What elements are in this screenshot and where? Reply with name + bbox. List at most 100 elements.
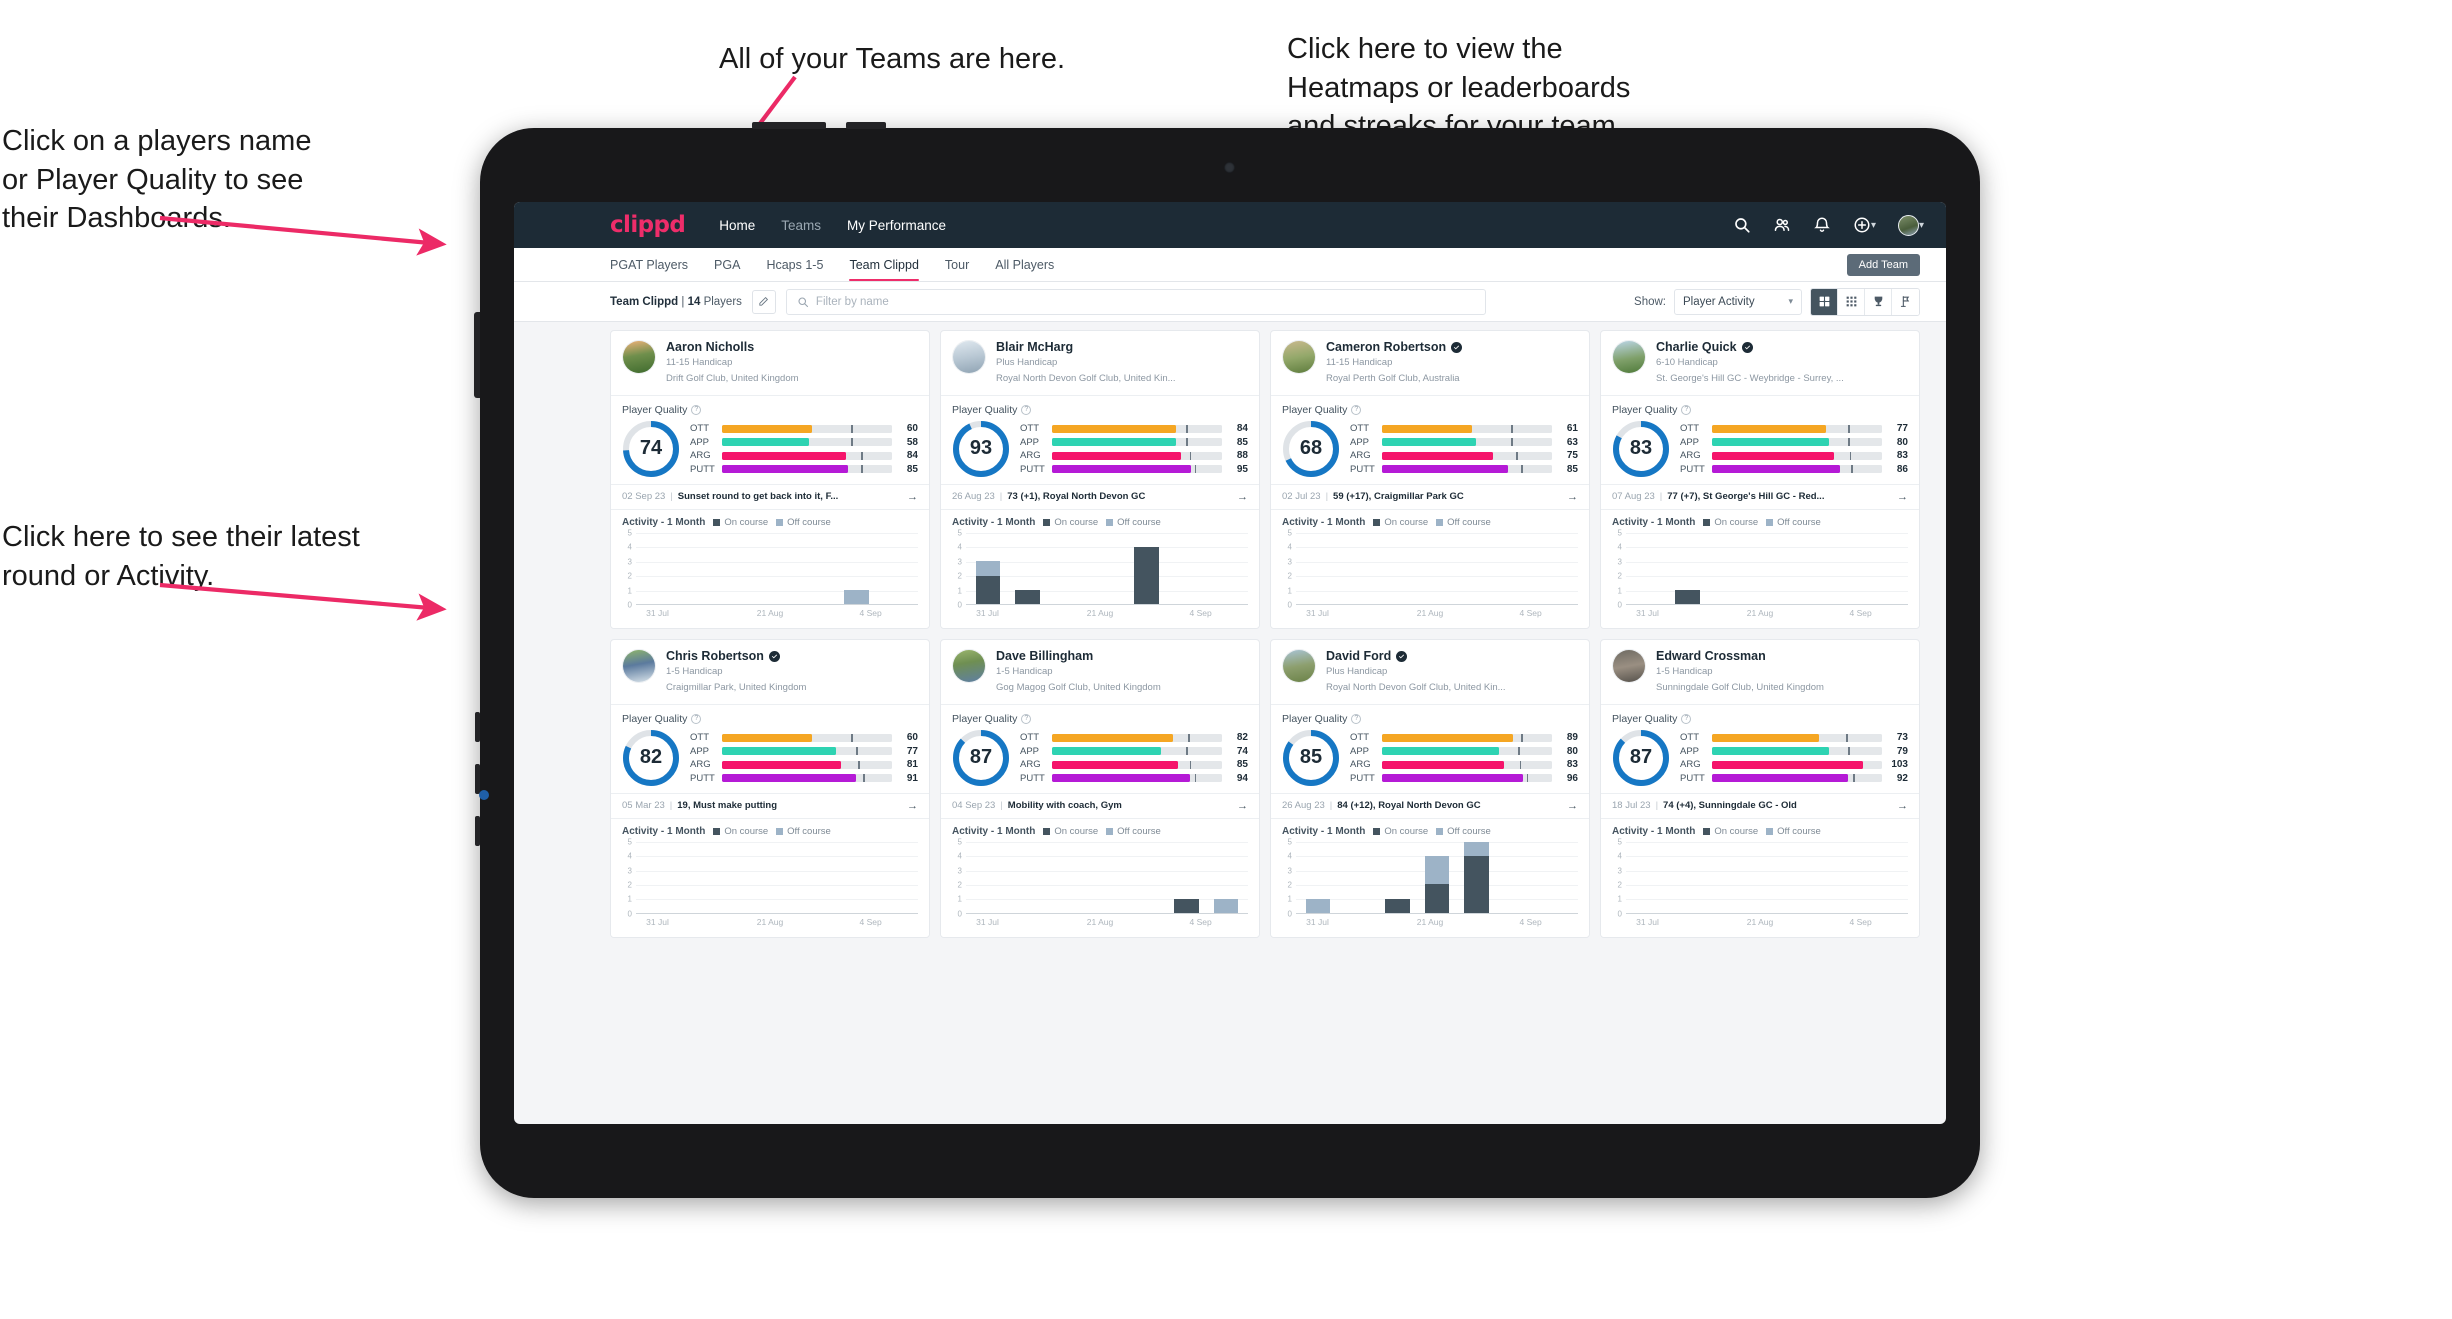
- arrow-right-icon[interactable]: →: [1897, 491, 1908, 503]
- player-name[interactable]: Aaron Nicholls: [666, 340, 918, 354]
- add-team-button[interactable]: Add Team: [1846, 254, 1920, 276]
- help-icon[interactable]: ?: [1021, 713, 1032, 724]
- latest-round-row[interactable]: 26 Aug 23 | 73 (+1), Royal North Devon GC →: [941, 483, 1259, 510]
- player-card-header[interactable]: David Ford Plus Handicap Royal North Devon…: [1271, 640, 1589, 704]
- player-card-header[interactable]: Blair McHarg Plus Handicap Royal North Dev…: [941, 331, 1259, 395]
- player-quality-section[interactable]: Player Quality? 68 OTT 61 APP 63 ARG 75 PUTT 85: [1271, 396, 1589, 484]
- player-name[interactable]: Edward Crossman: [1656, 649, 1908, 663]
- player-name[interactable]: Chris Robertson: [666, 649, 918, 663]
- help-icon[interactable]: ?: [691, 404, 702, 415]
- latest-round-row[interactable]: 05 Mar 23 | 19, Must make putting →: [611, 792, 929, 819]
- clippd-logo[interactable]: clippd: [610, 212, 686, 238]
- players-grid-scroll[interactable]: Aaron Nicholls 11-15 Handicap Drift Golf C…: [514, 322, 1946, 1124]
- player-card-header[interactable]: Cameron Robertson 11-15 Handicap Royal Per…: [1271, 331, 1589, 395]
- avatar[interactable]: [1282, 340, 1316, 374]
- player-quality-section[interactable]: Player Quality? 83 OTT 77 APP 80 ARG 83 PUTT 86: [1601, 396, 1919, 484]
- latest-round-row[interactable]: 02 Sep 23 | Sunset round to get back into …: [611, 483, 929, 510]
- help-icon[interactable]: ?: [1351, 713, 1362, 724]
- volume-buttons[interactable]: [752, 122, 826, 129]
- nav-item-my-performance[interactable]: My Performance: [847, 218, 946, 233]
- avatar[interactable]: [1612, 340, 1646, 374]
- tab-team-clippd[interactable]: Team Clippd: [849, 248, 920, 281]
- tab-hcaps-1-5[interactable]: Hcaps 1-5: [766, 248, 823, 281]
- arrow-right-icon[interactable]: →: [1567, 800, 1578, 812]
- player-card[interactable]: Dave Billingham 1-5 Handicap Gog Magog Gol…: [940, 638, 1260, 938]
- avatar[interactable]: [1897, 214, 1919, 236]
- search-input[interactable]: [815, 295, 1475, 308]
- player-card[interactable]: Aaron Nicholls 11-15 Handicap Drift Golf C…: [610, 330, 930, 629]
- player-quality-section[interactable]: Player Quality? 87 OTT 82 APP 74 ARG 85 PUTT 94: [941, 705, 1259, 793]
- player-name[interactable]: Blair McHarg: [996, 340, 1248, 354]
- player-card[interactable]: Cameron Robertson 11-15 Handicap Royal Per…: [1270, 330, 1590, 629]
- player-card[interactable]: Edward Crossman 1-5 Handicap Sunningdale G…: [1600, 638, 1920, 938]
- player-card[interactable]: Charlie Quick 6-10 Handicap St. George's H…: [1600, 330, 1920, 629]
- edit-team-button[interactable]: [751, 289, 776, 314]
- plus-chevron-down-icon[interactable]: ▾: [1871, 220, 1876, 231]
- player-name[interactable]: David Ford: [1326, 649, 1578, 663]
- plus-circle-icon[interactable]: [1853, 216, 1871, 234]
- player-quality-section[interactable]: Player Quality? 93 OTT 84 APP 85 ARG 88 PUTT 95: [941, 396, 1259, 484]
- quality-score-donut[interactable]: 85: [1282, 729, 1340, 787]
- player-name[interactable]: Charlie Quick: [1656, 340, 1908, 354]
- quality-score-donut[interactable]: 68: [1282, 420, 1340, 478]
- player-quality-section[interactable]: Player Quality? 74 OTT 60 APP 58 ARG 84 PUTT 85: [611, 396, 929, 484]
- quality-score-donut[interactable]: 87: [952, 729, 1010, 787]
- arrow-right-icon[interactable]: →: [907, 491, 918, 503]
- grid-small-icon[interactable]: [1838, 288, 1865, 315]
- quality-score-donut[interactable]: 93: [952, 420, 1010, 478]
- player-name[interactable]: Dave Billingham: [996, 649, 1248, 663]
- player-card-header[interactable]: Charlie Quick 6-10 Handicap St. George's H…: [1601, 331, 1919, 395]
- arrow-right-icon[interactable]: →: [1237, 491, 1248, 503]
- avatar[interactable]: [1282, 648, 1316, 683]
- player-card-header[interactable]: Dave Billingham 1-5 Handicap Gog Magog Gol…: [941, 640, 1259, 704]
- latest-round-row[interactable]: 07 Aug 23 | 77 (+7), St George's Hill GC -…: [1601, 483, 1919, 510]
- search-icon[interactable]: [1733, 216, 1751, 234]
- avatar[interactable]: [952, 340, 986, 374]
- flag-icon[interactable]: [1892, 288, 1919, 315]
- help-icon[interactable]: ?: [1351, 404, 1362, 415]
- player-card[interactable]: David Ford Plus Handicap Royal North Devon…: [1270, 638, 1590, 938]
- player-card-header[interactable]: Edward Crossman 1-5 Handicap Sunningdale G…: [1601, 640, 1919, 704]
- player-quality-section[interactable]: Player Quality? 85 OTT 89 APP 80 ARG 83 PUTT 96: [1271, 705, 1589, 793]
- latest-round-row[interactable]: 02 Jul 23 | 59 (+17), Craigmillar Park GC →: [1271, 483, 1589, 510]
- latest-round-row[interactable]: 26 Aug 23 | 84 (+12), Royal North Devon GC…: [1271, 792, 1589, 819]
- tab-pga[interactable]: PGA: [714, 248, 740, 281]
- player-card-header[interactable]: Aaron Nicholls 11-15 Handicap Drift Golf C…: [611, 331, 929, 395]
- player-card[interactable]: Blair McHarg Plus Handicap Royal North Dev…: [940, 330, 1260, 629]
- avatar[interactable]: [622, 648, 656, 683]
- player-card[interactable]: Chris Robertson 1-5 Handicap Craigmillar P…: [610, 638, 930, 938]
- player-card-header[interactable]: Chris Robertson 1-5 Handicap Craigmillar P…: [611, 640, 929, 704]
- help-icon[interactable]: ?: [1681, 404, 1692, 415]
- trophy-icon[interactable]: [1865, 288, 1892, 315]
- player-quality-section[interactable]: Player Quality? 82 OTT 60 APP 77 ARG 81 PUTT 91: [611, 705, 929, 793]
- power-button[interactable]: [846, 122, 886, 129]
- avatar[interactable]: [952, 648, 986, 683]
- arrow-right-icon[interactable]: →: [1897, 800, 1908, 812]
- nav-item-home[interactable]: Home: [719, 218, 755, 233]
- avatar[interactable]: [1612, 648, 1646, 683]
- quality-score-donut[interactable]: 74: [622, 420, 680, 478]
- nav-item-teams[interactable]: Teams: [781, 218, 821, 233]
- arrow-right-icon[interactable]: →: [907, 800, 918, 812]
- show-select[interactable]: Player Activity ▾: [1674, 288, 1802, 315]
- bell-icon[interactable]: [1813, 216, 1831, 234]
- account-chevron-down-icon[interactable]: ▾: [1919, 220, 1924, 231]
- player-quality-section[interactable]: Player Quality? 87 OTT 73 APP 79 ARG 103 PUTT 92: [1601, 705, 1919, 793]
- player-name[interactable]: Cameron Robertson: [1326, 340, 1578, 354]
- latest-round-row[interactable]: 04 Sep 23 | Mobility with coach, Gym →: [941, 792, 1259, 819]
- tab-tour[interactable]: Tour: [945, 248, 969, 281]
- latest-round-row[interactable]: 18 Jul 23 | 74 (+4), Sunningdale GC - Old →: [1601, 792, 1919, 819]
- tab-all-players[interactable]: All Players: [995, 248, 1054, 281]
- people-icon[interactable]: [1773, 216, 1791, 234]
- arrow-right-icon[interactable]: →: [1567, 491, 1578, 503]
- quality-score-donut[interactable]: 82: [622, 729, 680, 787]
- search-field-wrapper[interactable]: [785, 288, 1486, 315]
- quality-score-donut[interactable]: 83: [1612, 420, 1670, 478]
- grid-large-icon[interactable]: [1811, 288, 1838, 315]
- tab-pgat-players[interactable]: PGAT Players: [610, 248, 688, 281]
- quality-score-donut[interactable]: 87: [1612, 729, 1670, 787]
- help-icon[interactable]: ?: [1681, 713, 1692, 724]
- arrow-right-icon[interactable]: →: [1237, 800, 1248, 812]
- help-icon[interactable]: ?: [1021, 404, 1032, 415]
- avatar[interactable]: [622, 340, 656, 374]
